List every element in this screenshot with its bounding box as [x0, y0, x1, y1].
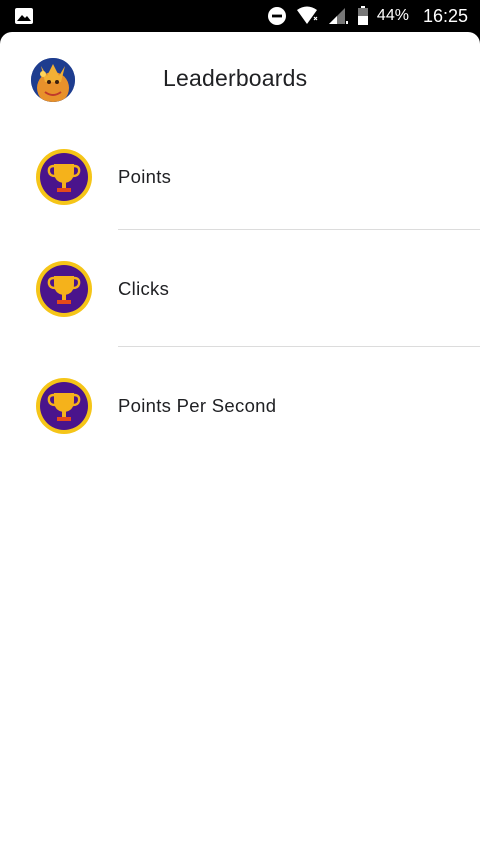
- clock: 16:25: [422, 5, 468, 26]
- status-right: 44% 16:25: [267, 6, 468, 27]
- player-avatar[interactable]: [31, 58, 75, 102]
- leaderboard-label: Points: [118, 166, 172, 187]
- wifi-icon: [295, 6, 319, 26]
- header: Leaderboards: [0, 32, 480, 124]
- leaderboard-label: Points Per Second: [118, 394, 277, 416]
- image-icon: [14, 7, 34, 25]
- battery-percent: 44%: [376, 7, 409, 24]
- trophy-icon: [35, 148, 93, 206]
- trophy-icon: [35, 260, 93, 318]
- status-bar: 44% 16:25: [0, 0, 480, 32]
- leaderboard-item-points-per-second[interactable]: Points Per Second: [0, 347, 480, 464]
- leaderboard-list: Points Clicks Points Per Second: [0, 124, 480, 464]
- leaderboard-item-points[interactable]: Points: [0, 124, 480, 230]
- dnd-icon: [267, 6, 287, 26]
- page-title: Leaderboards: [163, 65, 308, 91]
- signal-icon: [327, 6, 349, 26]
- trophy-icon: [35, 377, 93, 435]
- battery-icon: [357, 6, 369, 26]
- leaderboards-sheet: Leaderboards Points Clicks Points Per Se…: [0, 32, 480, 853]
- avatar-image: [31, 58, 75, 102]
- status-left: [14, 7, 34, 25]
- leaderboard-label: Clicks: [118, 277, 170, 299]
- leaderboard-item-clicks[interactable]: Clicks: [0, 230, 480, 347]
